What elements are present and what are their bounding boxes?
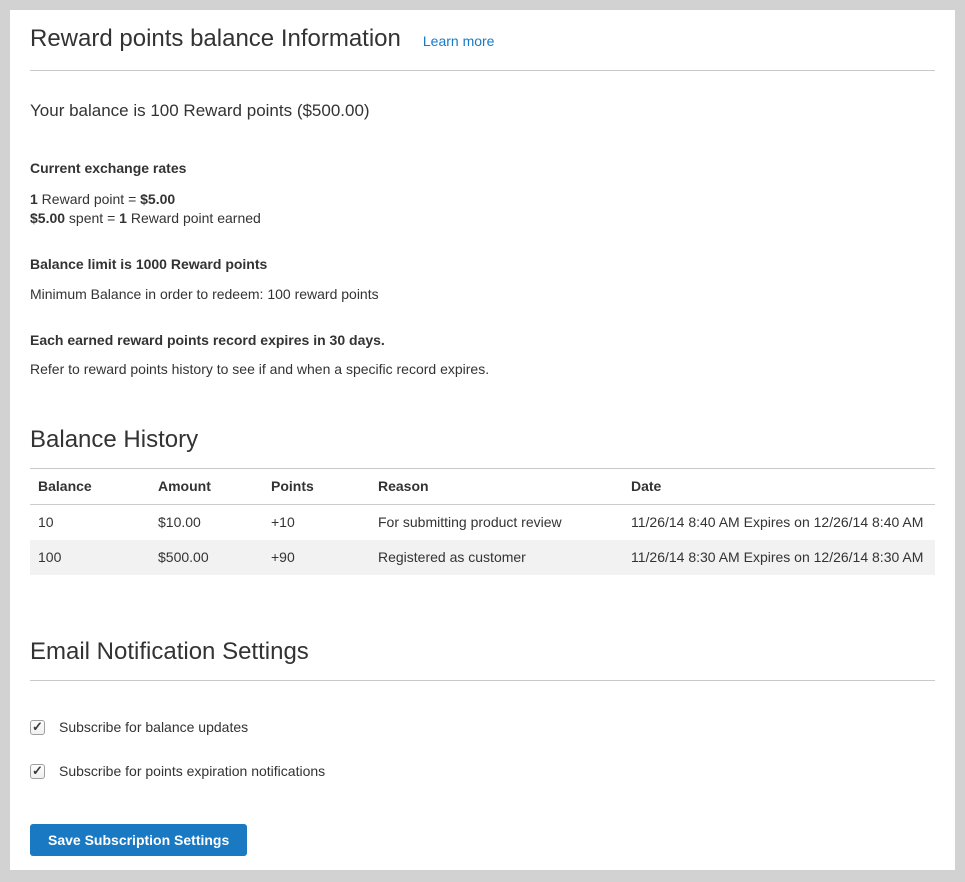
reward-points-card: Reward points balance Information Learn …	[10, 10, 955, 870]
column-header-date: Date	[623, 469, 935, 505]
points-expiration-option[interactable]: Subscribe for points expiration notifica…	[30, 763, 935, 779]
table-header-row: Balance Amount Points Reason Date	[30, 469, 935, 505]
expiration-heading: Each earned reward points record expires…	[30, 331, 935, 350]
save-subscription-button[interactable]: Save Subscription Settings	[30, 824, 247, 856]
column-header-balance: Balance	[30, 469, 150, 505]
learn-more-link[interactable]: Learn more	[423, 33, 495, 49]
table-row: 10 $10.00 +10 For submitting product rev…	[30, 505, 935, 541]
exchange-rate-line-1: 1 Reward point = $5.00	[30, 190, 935, 209]
cell-balance: 100	[30, 540, 150, 575]
balance-updates-checkbox[interactable]	[30, 720, 45, 735]
email-notification-section: Email Notification Settings Subscribe fo…	[30, 635, 935, 856]
exchange-rates-heading: Current exchange rates	[30, 159, 935, 178]
column-header-amount: Amount	[150, 469, 263, 505]
cell-date: 11/26/14 8:40 AM Expires on 12/26/14 8:4…	[623, 505, 935, 541]
balance-limit-text: Balance limit is 1000 Reward points	[30, 255, 935, 274]
balance-history-table: Balance Amount Points Reason Date 10 $10…	[30, 469, 935, 575]
balance-history-section: Balance History Balance Amount Points Re…	[30, 423, 935, 575]
email-settings-title: Email Notification Settings	[30, 635, 935, 681]
balance-summary: Your balance is 100 Reward points ($500.…	[30, 99, 935, 123]
cell-reason: For submitting product review	[370, 505, 623, 541]
column-header-points: Points	[263, 469, 370, 505]
cell-reason: Registered as customer	[370, 540, 623, 575]
cell-points: +10	[263, 505, 370, 541]
table-row: 100 $500.00 +90 Registered as customer 1…	[30, 540, 935, 575]
cell-balance: 10	[30, 505, 150, 541]
cell-amount: $500.00	[150, 540, 263, 575]
balance-history-title: Balance History	[30, 423, 935, 469]
cell-date: 11/26/14 8:30 AM Expires on 12/26/14 8:3…	[623, 540, 935, 575]
page-title-row: Reward points balance Information Learn …	[30, 22, 935, 71]
checkbox-label: Subscribe for balance updates	[59, 719, 248, 735]
column-header-reason: Reason	[370, 469, 623, 505]
exchange-rates-lines: 1 Reward point = $5.00 $5.00 spent = 1 R…	[30, 190, 935, 228]
checkbox-label: Subscribe for points expiration notifica…	[59, 763, 325, 779]
exchange-rate-line-2: $5.00 spent = 1 Reward point earned	[30, 209, 935, 228]
balance-updates-option[interactable]: Subscribe for balance updates	[30, 719, 935, 735]
minimum-balance-text: Minimum Balance in order to redeem: 100 …	[30, 285, 935, 304]
cell-amount: $10.00	[150, 505, 263, 541]
expiration-note: Refer to reward points history to see if…	[30, 360, 935, 379]
points-expiration-checkbox[interactable]	[30, 764, 45, 779]
page-title: Reward points balance Information	[30, 22, 401, 56]
cell-points: +90	[263, 540, 370, 575]
